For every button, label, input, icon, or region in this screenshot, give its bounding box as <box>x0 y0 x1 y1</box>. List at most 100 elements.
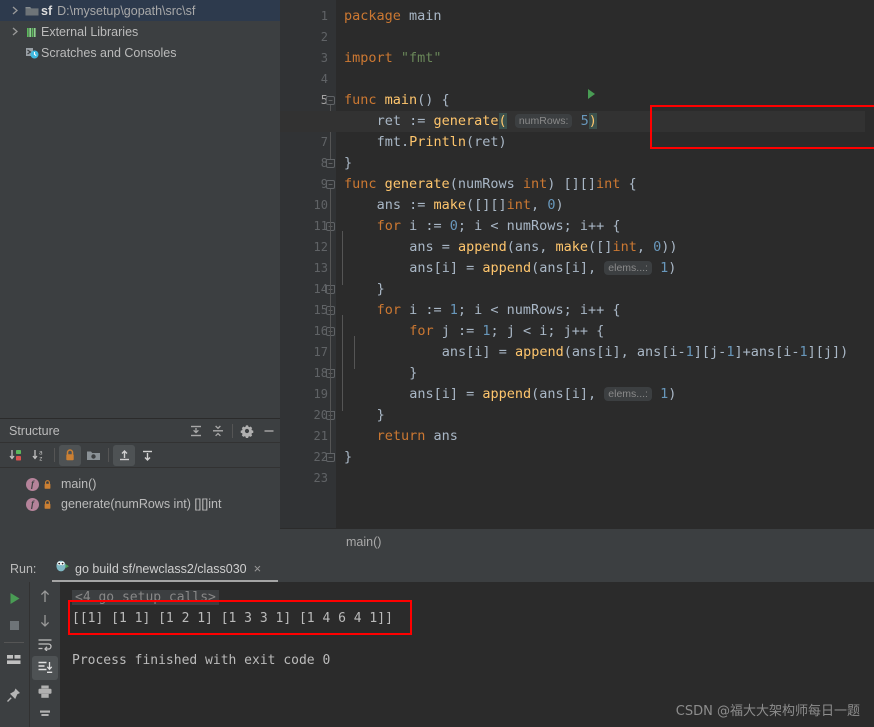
code-line[interactable]: package main <box>344 6 442 27</box>
svg-text:z: z <box>39 455 43 462</box>
line-number: 7 <box>320 135 328 149</box>
structure-panel: Structure a z f main() f generate(numRow… <box>0 418 280 555</box>
close-icon[interactable]: × <box>254 561 262 576</box>
code-line[interactable]: ans = append(ans, make([]int, 0)) <box>409 237 677 258</box>
code-editor[interactable]: 1234567891011121314151617181920212223−−−… <box>280 0 874 528</box>
structure-toolbar: a z <box>0 443 280 468</box>
structure-item-label: generate(numRows int) [][]int <box>61 497 222 511</box>
line-number: 23 <box>313 471 328 485</box>
line-number: 12 <box>313 240 328 254</box>
line-number: 18 <box>313 366 328 380</box>
line-number: 15 <box>313 303 328 317</box>
code-line[interactable]: return ans <box>377 426 458 447</box>
expand-all-icon[interactable] <box>185 420 207 442</box>
editor-gutter[interactable]: 1234567891011121314151617181920212223−−−… <box>280 0 336 528</box>
console-line: [[1] [1 1] [1 2 1] [1 3 3 1] [1 4 6 4 1]… <box>72 611 393 626</box>
clear-all-icon[interactable] <box>32 703 58 727</box>
code-line[interactable]: } <box>344 153 352 174</box>
collapse-all-icon[interactable] <box>207 420 229 442</box>
group-icon[interactable] <box>82 445 104 466</box>
hide-panel-icon[interactable] <box>258 420 280 442</box>
structure-title: Structure <box>9 423 60 438</box>
code-line[interactable]: func main() { <box>344 90 450 111</box>
run-panel-label: Run: <box>10 561 37 576</box>
scroll-from-source-icon[interactable] <box>113 444 135 466</box>
scroll-to-end-icon[interactable] <box>31 656 58 680</box>
down-arrow-icon[interactable] <box>32 609 58 633</box>
stop-icon[interactable] <box>1 612 27 639</box>
ide-window: sf D:\mysetup\gopath\src\sf External Lib… <box>0 0 874 727</box>
structure-item-generate[interactable]: f generate(numRows int) [][]int <box>0 494 280 514</box>
code-line[interactable]: for i := 1; i < numRows; i++ { <box>377 300 621 321</box>
show-non-public-icon[interactable] <box>59 444 81 466</box>
up-arrow-icon[interactable] <box>32 585 58 609</box>
pin-tab-icon[interactable] <box>1 681 27 708</box>
line-number: 10 <box>313 198 328 212</box>
code-line[interactable]: for i := 0; i < numRows; i++ { <box>377 216 621 237</box>
run-gutter-icon[interactable] <box>588 89 595 99</box>
code-fold-icon[interactable]: − <box>326 96 335 105</box>
code-line[interactable]: func generate(numRows int) [][]int { <box>344 174 637 195</box>
editor-breadcrumb-bar: main() <box>280 528 874 555</box>
project-tree[interactable]: sf D:\mysetup\gopath\src\sf External Lib… <box>0 0 280 418</box>
chevron-right-icon[interactable] <box>6 27 23 36</box>
folded-output-chip[interactable]: <4 go setup calls> <box>72 590 219 605</box>
line-number: 19 <box>313 387 328 401</box>
code-line[interactable]: for j := 1; j < i; j++ { <box>409 321 604 342</box>
tree-item-scratches-and-consoles[interactable]: Scratches and Consoles <box>0 42 280 63</box>
structure-header: Structure <box>0 419 280 443</box>
tree-item-label: External Libraries <box>41 24 139 39</box>
code-fold-icon[interactable]: − <box>326 159 335 168</box>
line-number: 22 <box>313 450 328 464</box>
code-line[interactable]: } <box>409 363 417 384</box>
show-output-icon[interactable] <box>1 646 27 673</box>
scroll-to-source-icon[interactable] <box>136 445 158 466</box>
function-badge-icon: f <box>26 477 39 491</box>
breadcrumb[interactable]: main() <box>280 535 381 549</box>
code-line[interactable]: ans := make([][]int, 0) <box>377 195 564 216</box>
run-tab-bar: Run: go build sf/newclass2/class030 × <box>0 555 874 582</box>
line-number: 3 <box>320 51 328 65</box>
divider <box>54 448 55 462</box>
tree-item-path: D:\mysetup\gopath\src\sf <box>57 3 196 18</box>
code-fold-icon[interactable]: − <box>326 453 335 462</box>
line-number: 17 <box>313 345 328 359</box>
structure-item-label: main() <box>61 477 97 491</box>
code-line[interactable]: } <box>377 279 385 300</box>
sort-by-visibility-icon[interactable] <box>5 445 27 466</box>
code-line[interactable]: ans[i] = append(ans[i], ans[i-1][j-1]+an… <box>442 342 848 363</box>
structure-item-main[interactable]: f main() <box>0 474 280 494</box>
settings-gear-icon[interactable] <box>236 420 258 442</box>
run-controls-column <box>0 582 28 727</box>
folder-icon <box>23 5 41 17</box>
line-number: 9 <box>320 177 328 191</box>
code-line[interactable]: fmt.Println(ret) <box>377 132 507 153</box>
code-line[interactable]: } <box>344 447 352 468</box>
divider <box>4 642 24 643</box>
run-tab[interactable]: go build sf/newclass2/class030 × <box>52 555 265 582</box>
code-line[interactable]: ans[i] = append(ans[i], elems...: 1) <box>409 384 676 405</box>
line-number: 8 <box>320 156 328 170</box>
structure-list[interactable]: f main() f generate(numRows int) [][]int <box>0 468 280 514</box>
code-line[interactable]: ret := generate( numRows: 5) <box>377 111 597 132</box>
chevron-right-icon[interactable] <box>6 6 23 15</box>
rerun-icon[interactable] <box>1 585 27 612</box>
editor-scrollbar[interactable] <box>865 0 874 528</box>
code-line[interactable]: ans[i] = append(ans[i], elems...: 1) <box>409 258 676 279</box>
line-number: 13 <box>313 261 328 275</box>
tree-item-sf[interactable]: sf D:\mysetup\gopath\src\sf <box>0 0 280 21</box>
line-number: 4 <box>320 72 328 86</box>
tree-item-external-libraries[interactable]: External Libraries <box>0 21 280 42</box>
library-icon <box>23 26 41 38</box>
sort-alphabetically-icon[interactable]: a z <box>28 445 50 466</box>
fold-guide <box>342 315 343 411</box>
soft-wrap-icon[interactable] <box>32 632 58 656</box>
print-icon[interactable] <box>32 680 58 704</box>
console-line: <4 go setup calls> <box>72 587 874 608</box>
code-fold-icon[interactable]: − <box>326 180 335 189</box>
code-area[interactable]: package main import "fmt" func main() {ret… <box>280 0 874 528</box>
code-line[interactable]: } <box>377 405 385 426</box>
tree-item-label: Scratches and Consoles <box>41 45 177 60</box>
code-line[interactable]: import "fmt" <box>344 48 442 69</box>
go-gopher-icon <box>54 558 70 579</box>
